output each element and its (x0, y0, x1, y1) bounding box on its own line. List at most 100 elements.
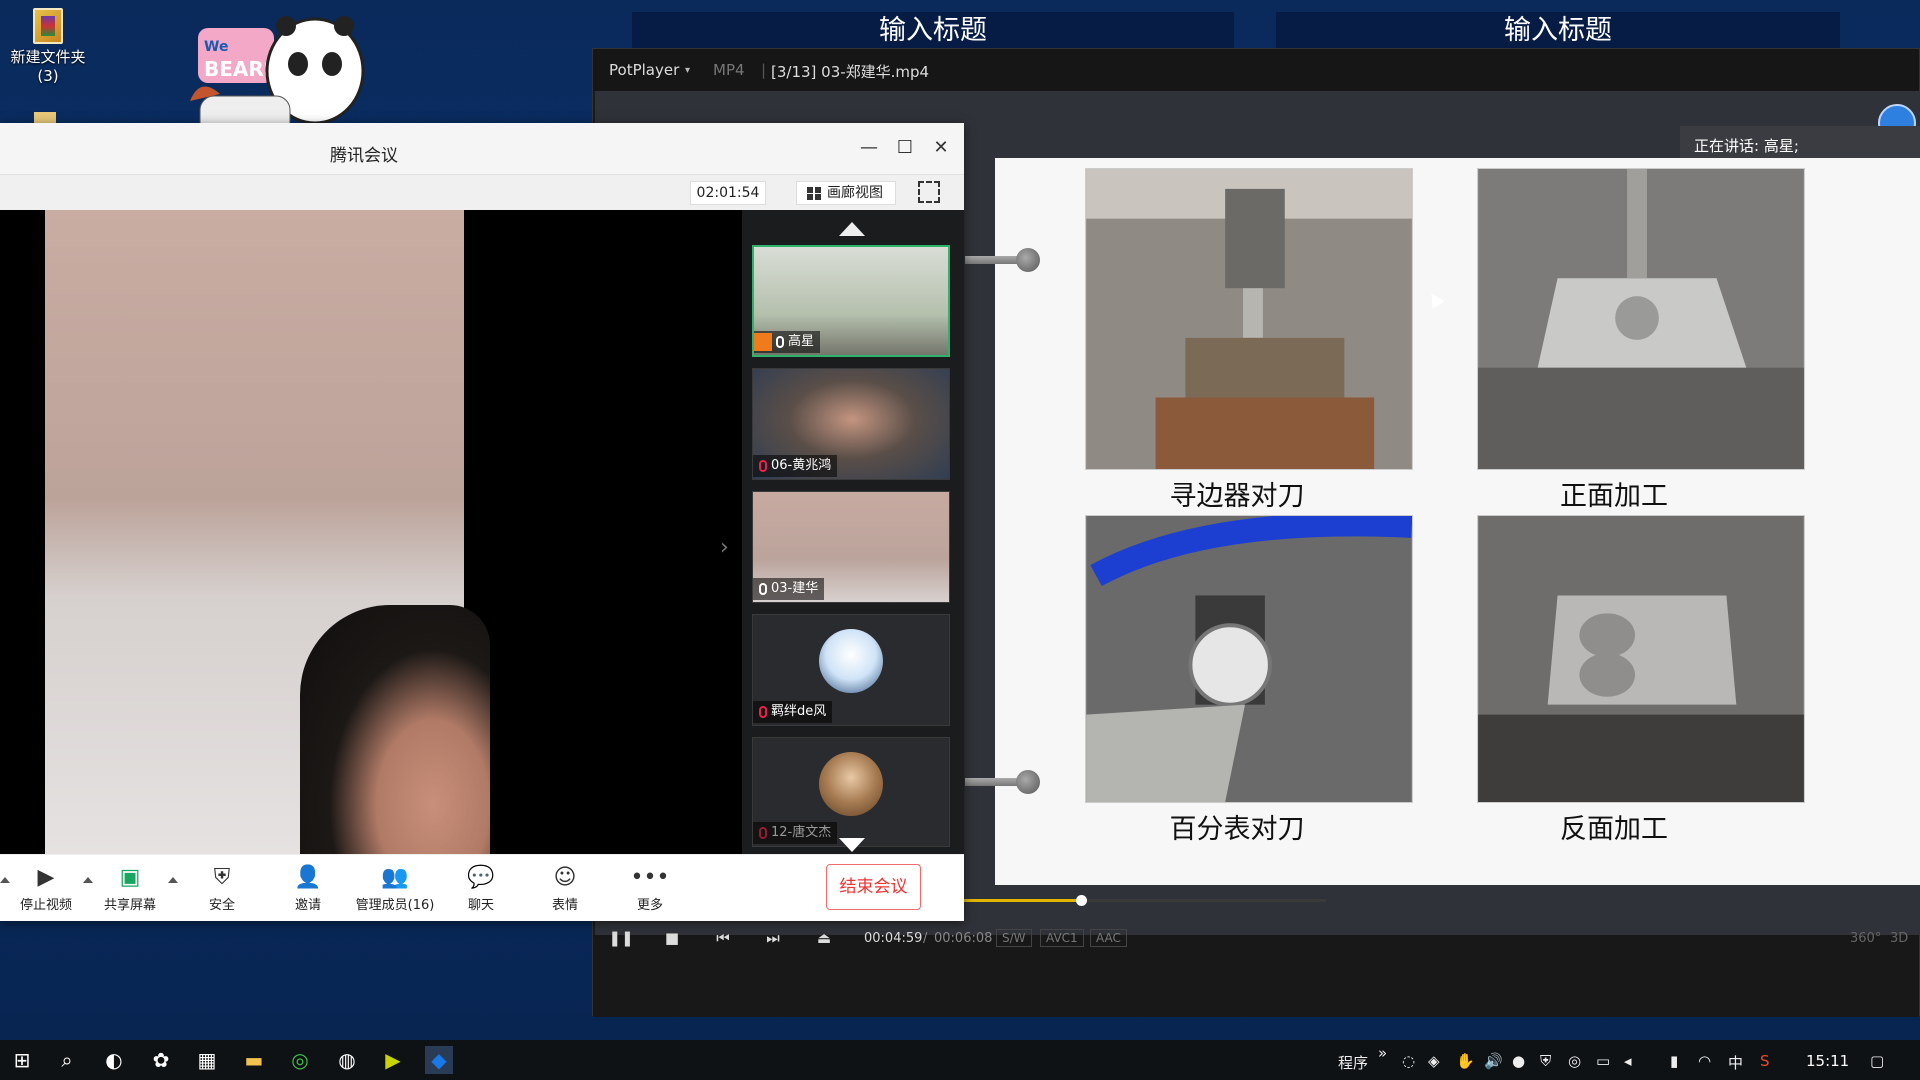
battery-icon[interactable]: ▮ (1670, 1052, 1678, 1070)
volume-icon[interactable]: 🔊 (1484, 1052, 1503, 1070)
more-label: 更多 (636, 898, 663, 913)
search-icon[interactable]: ⌕ (53, 1046, 81, 1074)
camera-icon: ▶ (37, 865, 55, 890)
chat-icon: 💬 (467, 865, 495, 890)
app-icon-1[interactable]: ◐ (100, 1046, 128, 1074)
tencent-meeting-icon[interactable]: ◆ (425, 1046, 453, 1074)
file-format: MP4 (713, 61, 745, 79)
app-icon-2[interactable]: ✿ (147, 1046, 175, 1074)
participant-name: 06-黄兆鸿 (771, 458, 832, 473)
potplayer-menu[interactable]: PotPlayer (609, 61, 679, 79)
3d-toggle[interactable]: 3D (1890, 931, 1908, 946)
emoji-button[interactable]: ☺ 表情 (525, 865, 605, 913)
windows-start-icon[interactable]: ⊞ (8, 1046, 36, 1074)
scroll-up-icon[interactable] (839, 222, 865, 236)
wechat-icon[interactable]: ◎ (286, 1046, 314, 1074)
grid-icon (807, 187, 821, 200)
chat-label: 聊天 (467, 898, 494, 913)
mic-muted-icon (759, 827, 767, 839)
participant-label: 高星 (754, 331, 821, 353)
mic-muted-icon (759, 460, 767, 472)
participant-tile[interactable]: 03-建华 (752, 491, 950, 603)
potplayer-titlebar: PotPlayer ▾ MP4 | [3/13] 03-郑建华.mp4 (593, 49, 1919, 91)
security-button[interactable]: ⛨ 安全 (182, 865, 262, 913)
mic-icon (776, 336, 784, 348)
previous-icon[interactable]: ⏮ (710, 925, 736, 951)
emoji-label: 表情 (551, 898, 578, 913)
participant-name: 羁绊de风 (771, 704, 827, 719)
scroll-down-icon[interactable] (839, 838, 865, 852)
participant-label: 03-建华 (753, 578, 825, 600)
file-name: [3/13] 03-郑建华.mp4 (771, 63, 930, 81)
gallery-view-button[interactable]: 画廊视图 (796, 181, 896, 205)
360-toggle[interactable]: 360° (1850, 931, 1881, 946)
chevron-right-icon[interactable]: › (720, 535, 729, 560)
share-screen-icon: ▣ (119, 865, 141, 890)
chat-button[interactable]: 💬 聊天 (441, 865, 521, 913)
front-machining-photo (1477, 168, 1805, 470)
close-icon[interactable]: ✕ (930, 137, 952, 159)
playback-controls (593, 935, 1919, 1017)
app-icon-3[interactable]: ▦ (193, 1046, 221, 1074)
share-screen-button[interactable]: ▣ 共享屏幕 (90, 865, 170, 913)
tray-display-icon[interactable]: ▭ (1596, 1052, 1610, 1070)
tray-wechat-icon[interactable]: ◎ (1568, 1052, 1581, 1070)
shield-icon: ⛨ (213, 865, 231, 890)
tray-speaker-icon[interactable]: ◂ (1624, 1052, 1632, 1070)
notification-icon[interactable]: ▢ (1870, 1052, 1884, 1070)
tag-audio-codec[interactable]: AAC (1090, 929, 1127, 947)
tray-shield-icon[interactable]: ⛨ (1540, 1052, 1551, 1070)
stop-video-button[interactable]: ▶ 停止视频 (6, 865, 86, 913)
participant-name: 高星 (788, 334, 815, 349)
caret-up-icon[interactable] (168, 877, 178, 883)
clock[interactable]: 15:11 (1806, 1052, 1849, 1070)
caption-edge-finder: 寻边器对刀 (1169, 481, 1305, 512)
participant-label: 12-唐文杰 (753, 822, 838, 844)
wifi-icon[interactable]: ◠ (1698, 1052, 1711, 1070)
player-icon[interactable]: ▶ (379, 1046, 407, 1074)
meeting-title: 腾讯会议 (330, 146, 398, 166)
slide-title-right: 输入标题 (1276, 12, 1840, 50)
invite-button[interactable]: 👤 邀请 (268, 865, 348, 913)
stop-icon[interactable]: ■ (659, 925, 685, 951)
ime-indicator[interactable]: 中 (1728, 1052, 1743, 1073)
app-icon-4[interactable]: ◍ (333, 1046, 361, 1074)
pause-icon[interactable]: ❚❚ (608, 925, 634, 951)
participant-tile[interactable]: 06-黄兆鸿 (752, 368, 950, 480)
participant-tile[interactable]: 羁绊de风 (752, 614, 950, 726)
tray-hand-icon[interactable]: ✋ (1456, 1052, 1475, 1070)
tag-video-codec[interactable]: AVC1 (1040, 929, 1084, 947)
participant-tile[interactable]: 12-唐文杰 (752, 737, 950, 847)
manage-members-button[interactable]: 👥 管理成员(16) (349, 865, 441, 913)
tray-overflow-icon[interactable]: » (1378, 1044, 1387, 1062)
file-explorer-icon[interactable]: ▬ (240, 1046, 268, 1074)
invite-label: 邀请 (294, 898, 321, 913)
end-meeting-button[interactable]: 结束会议 (826, 864, 921, 910)
eject-icon[interactable]: ⏏ (811, 925, 837, 951)
desktop-folder-icon[interactable]: 新建文件夹 (3) (6, 8, 90, 86)
meeting-titlebar: 腾讯会议 — ☐ ✕ (0, 123, 964, 175)
participant-tile[interactable]: 高星 (752, 245, 950, 357)
gallery-label: 画廊视图 (827, 185, 883, 201)
pin-head-top (1016, 248, 1040, 272)
minimize-icon[interactable]: — (858, 137, 880, 159)
share-screen-label: 共享屏幕 (103, 898, 156, 913)
more-button[interactable]: ••• 更多 (610, 865, 690, 913)
slide-title-left: 输入标题 (632, 12, 1234, 50)
caption-dial-indicator: 百分表对刀 (1169, 814, 1305, 845)
folder-icon (33, 8, 63, 44)
programs-label[interactable]: 程序 (1338, 1052, 1368, 1073)
participant-name: 12-唐文杰 (771, 825, 832, 840)
chevron-down-icon[interactable]: ▾ (685, 65, 690, 76)
tag-sw[interactable]: S/W (996, 929, 1032, 947)
tray-bird-icon[interactable]: ● (1512, 1052, 1525, 1070)
fullscreen-icon[interactable] (918, 181, 940, 203)
maximize-icon[interactable]: ☐ (894, 137, 916, 159)
next-icon[interactable]: ⏭ (760, 925, 786, 951)
edge-finder-photo (1085, 168, 1413, 470)
video-person (300, 605, 490, 855)
sogou-icon[interactable]: S (1760, 1052, 1770, 1070)
tray-cube-icon[interactable]: ◈ (1428, 1052, 1440, 1070)
meeting-timer: 02:01:54 (690, 181, 766, 205)
tray-app-icon[interactable]: ◌ (1402, 1052, 1415, 1070)
